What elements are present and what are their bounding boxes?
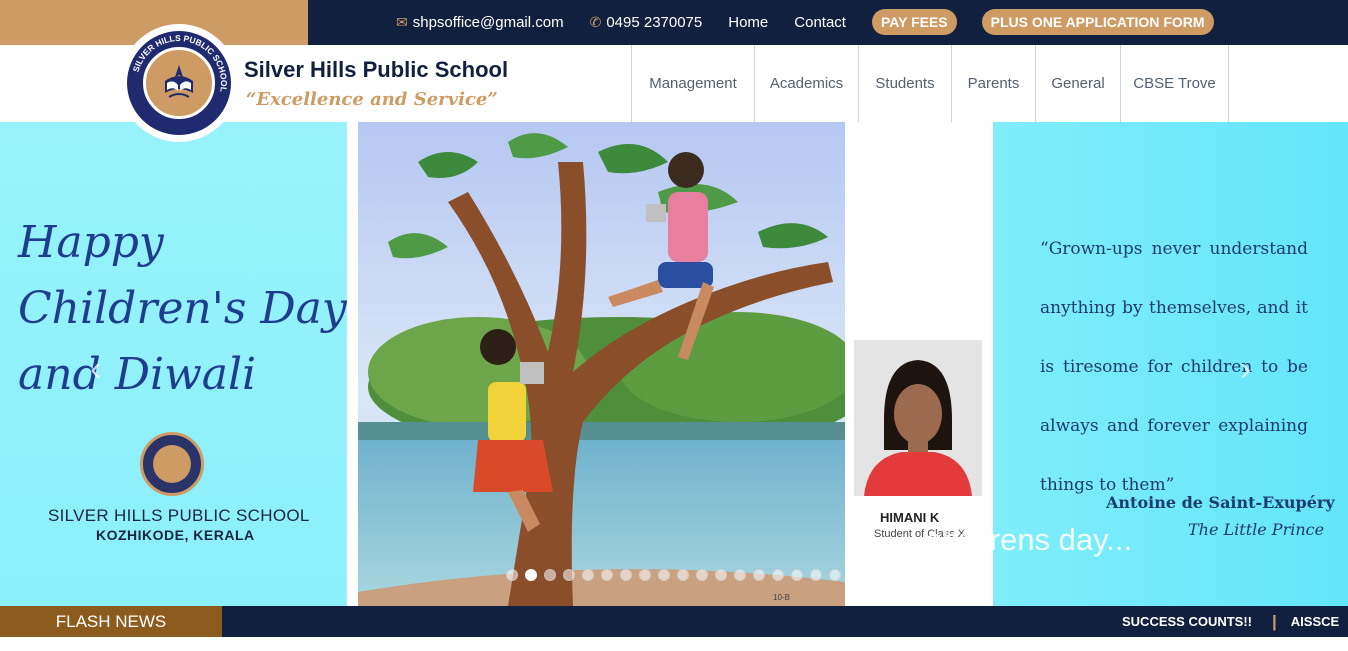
news-ticker: SUCCESS COUNTS!! | AISSCE (1122, 606, 1339, 637)
svg-text:SILVER HILLS PUBLIC SCHOOL: SILVER HILLS PUBLIC SCHOOL (131, 33, 229, 93)
quote-text: “Grown-ups never understand anything by … (1040, 239, 1308, 495)
slider-dot[interactable] (772, 569, 784, 581)
flash-news-label: FLASH NEWS (0, 606, 222, 637)
slider-prev-arrow[interactable]: ‹ (90, 350, 101, 389)
phone-link[interactable]: ✆ 0495 2370075 (590, 14, 703, 31)
pay-fees-button[interactable]: PAY FEES (871, 9, 957, 35)
phone-text: 0495 2370075 (606, 13, 703, 31)
envelope-icon: ✉ (396, 13, 408, 30)
slider-dot[interactable] (696, 569, 708, 581)
news-separator: | (1272, 611, 1277, 631)
news-item[interactable]: AISSCE (1291, 614, 1339, 629)
slider-dot[interactable] (791, 569, 803, 581)
slider-next-arrow[interactable]: › (1240, 350, 1251, 389)
greeting-text: Happy Children's Day and Diwali (18, 210, 347, 408)
student-painting: 10-B (358, 122, 845, 606)
school-motto: “Excellence and Service” (246, 89, 498, 110)
email-text: shpsoffice@gmail.com (412, 13, 564, 31)
greeting-panel: Happy Children's Day and Diwali SILVER H… (0, 122, 347, 606)
greeting-line-1: Happy (18, 217, 164, 268)
home-link[interactable]: Home (728, 14, 768, 31)
slider-dots (506, 569, 848, 581)
slider-dot[interactable] (544, 569, 556, 581)
slider-dot[interactable] (658, 569, 670, 581)
school-emblem-small (140, 432, 204, 496)
nav-cbse-trove[interactable]: CBSE Trove (1120, 45, 1229, 122)
slide-school-name: SILVER HILLS PUBLIC SCHOOL (48, 506, 310, 525)
greeting-line-3: and Diwali (18, 349, 257, 400)
logo-ring-text: SILVER HILLS PUBLIC SCHOOL (131, 33, 229, 93)
logo-emblem: SILVER HILLS PUBLIC SCHOOL (127, 31, 231, 135)
slider-dot[interactable] (829, 569, 841, 581)
slider-dot[interactable] (810, 569, 822, 581)
plus-one-application-button[interactable]: PLUS ONE APPLICATION FORM (981, 9, 1214, 35)
slider-dot[interactable] (582, 569, 594, 581)
slider-dot[interactable] (525, 569, 537, 581)
quote-book: The Little Prince (1188, 520, 1325, 539)
nav-general[interactable]: General (1035, 45, 1120, 122)
top-links: ✉ shpsoffice@gmail.com ✆ 0495 2370075 Ho… (396, 8, 1239, 36)
svg-text:10-B: 10-B (773, 593, 790, 602)
school-name[interactable]: Silver Hills Public School (244, 57, 508, 83)
slider-dot[interactable] (734, 569, 746, 581)
email-link[interactable]: ✉ shpsoffice@gmail.com (396, 14, 564, 31)
slider-dot[interactable] (563, 569, 575, 581)
student-photo (854, 340, 982, 496)
slider-dot[interactable] (715, 569, 727, 581)
slide-school-place: KOZHIKODE, KERALA (96, 527, 255, 543)
nav-management[interactable]: Management (631, 45, 754, 122)
slider-dot[interactable] (620, 569, 632, 581)
quote-author: Antoine de Saint-Exupéry (1106, 493, 1335, 512)
hero-slider[interactable]: Happy Children's Day and Diwali SILVER H… (0, 122, 1348, 606)
slide-caption: childrens day... (926, 522, 1133, 557)
nav-students[interactable]: Students (858, 45, 951, 122)
nav-parents[interactable]: Parents (951, 45, 1035, 122)
greeting-line-2: Children's Day (18, 283, 347, 334)
flash-news-bar: FLASH NEWS SUCCESS COUNTS!! | AISSCE (0, 606, 1348, 637)
slider-dot[interactable] (639, 569, 651, 581)
slider-dot[interactable] (677, 569, 689, 581)
news-item[interactable]: SUCCESS COUNTS!! (1122, 614, 1252, 629)
slider-dot[interactable] (506, 569, 518, 581)
main-nav: Management Academics Students Parents Ge… (631, 45, 1229, 122)
phone-icon: ✆ (589, 13, 602, 30)
slider-dot[interactable] (753, 569, 765, 581)
slider-dot[interactable] (601, 569, 613, 581)
nav-academics[interactable]: Academics (754, 45, 858, 122)
school-logo[interactable]: SILVER HILLS PUBLIC SCHOOL (120, 24, 238, 142)
contact-link[interactable]: Contact (794, 14, 846, 31)
